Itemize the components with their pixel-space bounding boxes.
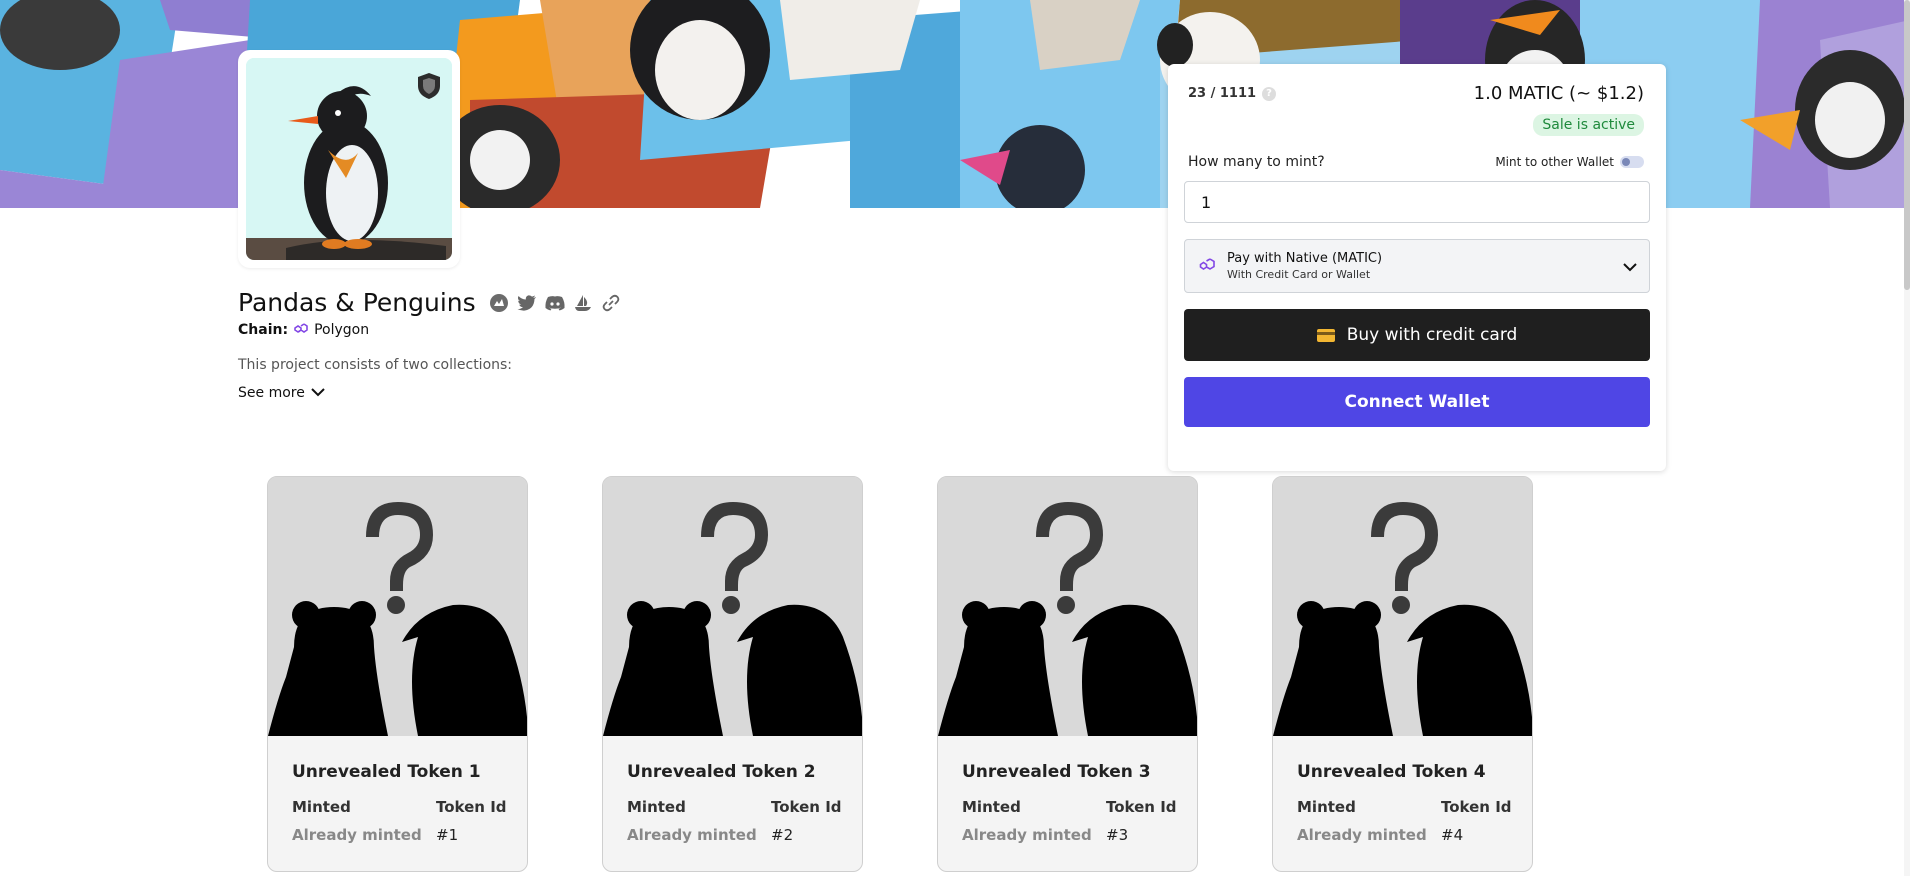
minted-value: Already minted bbox=[1297, 826, 1427, 844]
payment-method-sub: With Credit Card or Wallet bbox=[1227, 268, 1371, 281]
buy-credit-label: Buy with credit card bbox=[1346, 325, 1518, 345]
status-badge: Sale is active bbox=[1533, 114, 1644, 136]
payment-method-main: Pay with Native (MATIC) bbox=[1227, 251, 1383, 266]
token-id-value: #4 bbox=[1441, 826, 1464, 844]
token-card[interactable]: Unrevealed Token 3 Minted Token Id Already … bbox=[937, 476, 1198, 872]
other-wallet-label: Mint to other Wallet bbox=[1495, 155, 1614, 169]
see-more-link[interactable]: See more bbox=[238, 385, 325, 401]
payment-method-text: Pay with Native (MATIC) With Credit Card… bbox=[1227, 251, 1382, 281]
penguin-image bbox=[246, 58, 452, 260]
verified-shield-icon bbox=[416, 72, 442, 100]
project-header: Pandas & Penguins bbox=[238, 288, 622, 317]
supply-text: 23 / 1111 bbox=[1188, 86, 1257, 101]
token-title: Unrevealed Token 2 bbox=[627, 762, 816, 782]
token-id-label: Token Id bbox=[1441, 798, 1512, 816]
discord-icon[interactable] bbox=[544, 292, 566, 314]
unrevealed-token-image bbox=[938, 477, 1197, 736]
page-scrollbar[interactable] bbox=[1904, 0, 1910, 876]
token-id-value: #2 bbox=[771, 826, 794, 844]
mint-panel: 23 / 1111 ? 1.0 MATIC (~ $1.2) Sale is a… bbox=[1168, 64, 1666, 471]
token-id-value: #3 bbox=[1106, 826, 1129, 844]
chain-value: Polygon bbox=[314, 322, 370, 338]
chevron-down-icon bbox=[1623, 257, 1637, 276]
token-card[interactable]: Unrevealed Token 1 Minted Token Id Already … bbox=[267, 476, 528, 872]
quantity-label: How many to mint? bbox=[1188, 154, 1325, 170]
minted-value: Already minted bbox=[292, 826, 422, 844]
chain-info: Chain: Polygon bbox=[238, 321, 369, 339]
quantity-input[interactable] bbox=[1184, 181, 1650, 223]
minted-value: Already minted bbox=[627, 826, 757, 844]
token-card[interactable]: Unrevealed Token 2 Minted Token Id Already … bbox=[602, 476, 863, 872]
token-title: Unrevealed Token 3 bbox=[962, 762, 1151, 782]
payment-method-select[interactable]: Pay with Native (MATIC) With Credit Card… bbox=[1184, 239, 1650, 293]
token-card[interactable]: Unrevealed Token 4 Minted Token Id Already … bbox=[1272, 476, 1533, 872]
mint-other-wallet: Mint to other Wallet bbox=[1495, 155, 1644, 169]
link-icon[interactable] bbox=[600, 292, 622, 314]
token-title: Unrevealed Token 4 bbox=[1297, 762, 1486, 782]
other-wallet-toggle[interactable] bbox=[1620, 156, 1644, 168]
unrevealed-token-image bbox=[1273, 477, 1532, 736]
supply-count: 23 / 1111 ? bbox=[1188, 86, 1277, 101]
collection-avatar bbox=[238, 50, 460, 268]
mint-price: 1.0 MATIC (~ $1.2) bbox=[1473, 83, 1644, 104]
project-description: This project consists of two collections… bbox=[238, 357, 513, 373]
page-title: Pandas & Penguins bbox=[238, 288, 476, 317]
minted-label: Minted bbox=[627, 798, 686, 816]
twitter-icon[interactable] bbox=[516, 292, 538, 314]
minted-value: Already minted bbox=[962, 826, 1092, 844]
chain-label: Chain: bbox=[238, 322, 289, 338]
minted-label: Minted bbox=[1297, 798, 1356, 816]
credit-card-icon bbox=[1316, 328, 1335, 342]
polygon-icon bbox=[1197, 256, 1217, 276]
chevron-down-icon bbox=[311, 385, 325, 401]
scrollbar-thumb[interactable] bbox=[1904, 0, 1910, 290]
polygon-icon bbox=[292, 321, 310, 339]
minted-label: Minted bbox=[292, 798, 351, 816]
token-id-value: #1 bbox=[436, 826, 459, 844]
buy-with-credit-card-button[interactable]: Buy with credit card bbox=[1184, 309, 1650, 361]
token-id-label: Token Id bbox=[436, 798, 507, 816]
token-id-label: Token Id bbox=[771, 798, 842, 816]
opensea-stats-icon[interactable] bbox=[488, 292, 510, 314]
info-icon[interactable]: ? bbox=[1262, 86, 1277, 101]
token-id-label: Token Id bbox=[1106, 798, 1177, 816]
opensea-ship-icon[interactable] bbox=[572, 292, 594, 314]
social-links bbox=[488, 292, 622, 314]
unrevealed-token-image bbox=[268, 477, 527, 736]
connect-wallet-button[interactable]: Connect Wallet bbox=[1184, 377, 1650, 427]
see-more-label: See more bbox=[238, 385, 305, 401]
token-title: Unrevealed Token 1 bbox=[292, 762, 481, 782]
minted-label: Minted bbox=[962, 798, 1021, 816]
unrevealed-token-image bbox=[603, 477, 862, 736]
